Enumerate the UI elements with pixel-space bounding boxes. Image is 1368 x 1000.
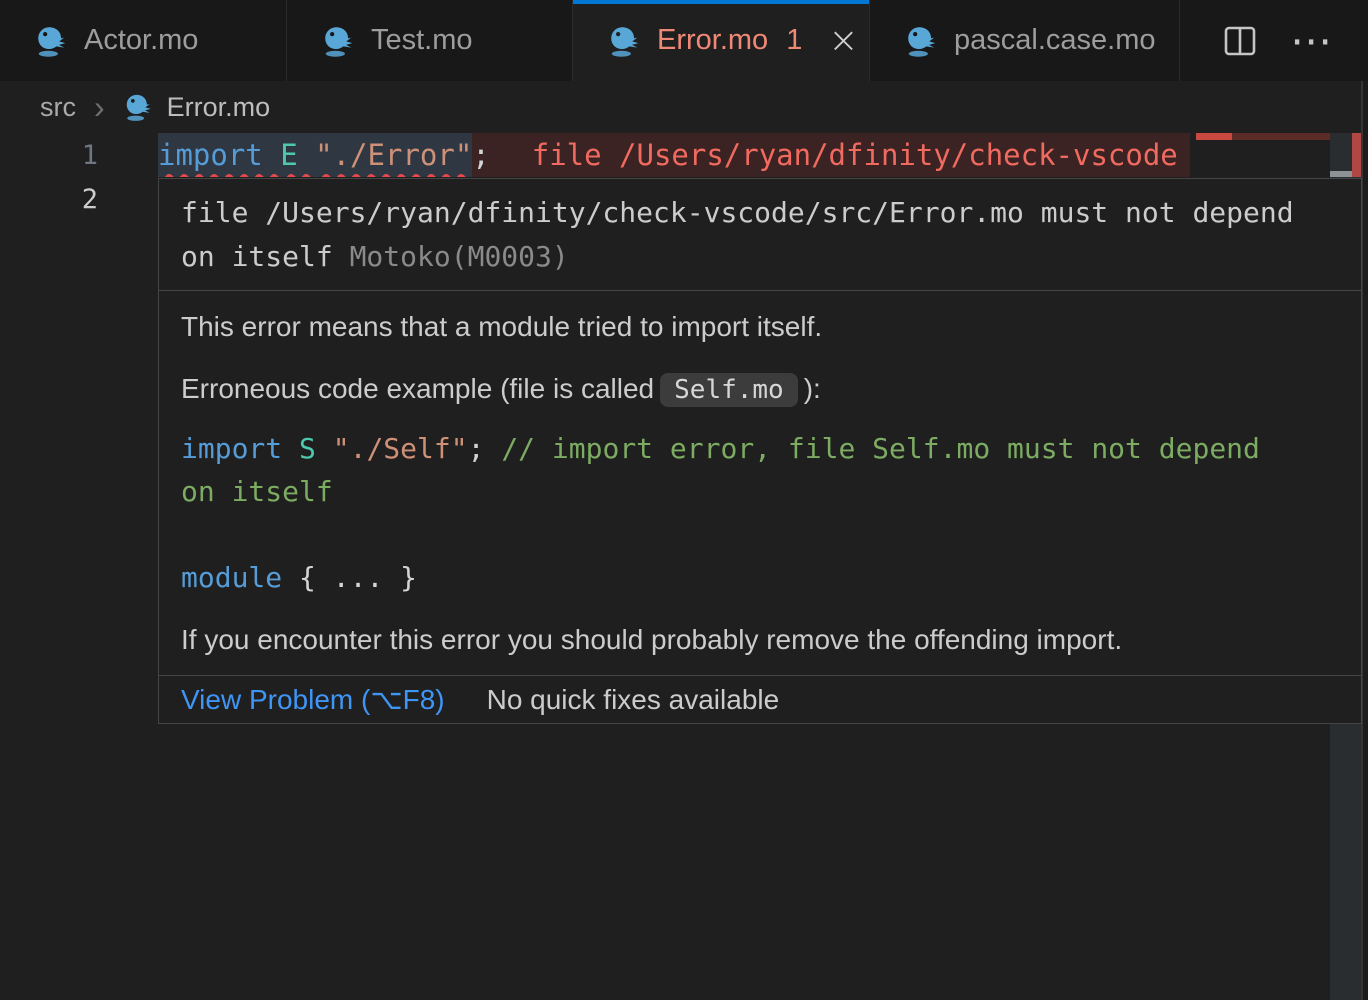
hover-advice: If you encounter this error you should p… xyxy=(181,618,1339,661)
tab-actions: ⋯ xyxy=(1224,0,1368,81)
tab-error-mo-active[interactable]: Error.mo 1 × xyxy=(573,0,870,81)
close-tab-icon[interactable]: × xyxy=(828,23,858,59)
breadcrumb-file[interactable]: Error.mo xyxy=(167,92,271,123)
tab-actor-mo[interactable]: Actor.mo xyxy=(0,0,287,81)
inline-error-message: file /Users/ryan/dfinity/check-vscode xyxy=(532,138,1178,172)
window-right-strip xyxy=(1363,81,1368,1000)
hover-example-line: Erroneous code example (file is calledSe… xyxy=(181,367,1339,412)
hover-explanation: This error means that a module tried to … xyxy=(181,305,1339,348)
chevron-right-icon: › xyxy=(94,89,105,126)
breadcrumb: src › Error.mo xyxy=(0,81,1362,133)
error-highlighted-code: import E "./Error" xyxy=(158,133,472,177)
hover-error-message: file /Users/ryan/dfinity/check-vscode/sr… xyxy=(159,179,1361,291)
tab-label: Test.mo xyxy=(371,24,473,57)
no-quick-fixes-text: No quick fixes available xyxy=(487,684,780,716)
minimap-error-line xyxy=(1196,133,1330,140)
line-number: 2 xyxy=(0,184,158,215)
motoko-file-icon xyxy=(123,92,153,122)
motoko-file-icon xyxy=(34,24,68,58)
error-hover-popup: file /Users/ryan/dfinity/check-vscode/sr… xyxy=(158,178,1362,724)
inline-error-zone: ;file /Users/ryan/dfinity/check-vscode xyxy=(472,133,1190,177)
motoko-file-icon xyxy=(321,24,355,58)
view-problem-link[interactable]: View Problem (⌥F8) xyxy=(181,683,445,716)
tab-pascal-case-mo[interactable]: pascal.case.mo xyxy=(870,0,1180,81)
tab-label: pascal.case.mo xyxy=(954,24,1156,57)
motoko-file-icon xyxy=(904,24,938,58)
hover-status-bar: View Problem (⌥F8) No quick fixes availa… xyxy=(159,675,1361,723)
tab-problem-count-badge: 1 xyxy=(786,24,802,57)
hover-error-source: Motoko(M0003) xyxy=(350,240,569,273)
editor-tab-bar: Actor.mo Test.mo Error.mo 1 × xyxy=(0,0,1368,81)
hover-markdown-body: This error means that a module tried to … xyxy=(159,291,1361,675)
hover-code-block: import S "./Self"; // import error, file… xyxy=(181,427,1339,599)
tab-test-mo[interactable]: Test.mo xyxy=(287,0,573,81)
inline-code-chip: Self.mo xyxy=(660,373,798,407)
breadcrumb-folder[interactable]: src xyxy=(40,92,76,123)
tab-label: Actor.mo xyxy=(84,24,198,57)
hover-message-line2: on itself xyxy=(181,240,350,273)
motoko-file-icon xyxy=(607,24,641,58)
editor-line-1[interactable]: 1 import E "./Error";file /Users/ryan/df… xyxy=(0,133,1190,177)
hover-message-line1: file /Users/ryan/dfinity/check-vscode/sr… xyxy=(181,196,1294,229)
more-actions-icon[interactable]: ⋯ xyxy=(1290,20,1332,62)
split-editor-icon[interactable] xyxy=(1224,26,1256,56)
line-number: 1 xyxy=(0,140,158,171)
tab-label: Error.mo xyxy=(657,24,768,57)
